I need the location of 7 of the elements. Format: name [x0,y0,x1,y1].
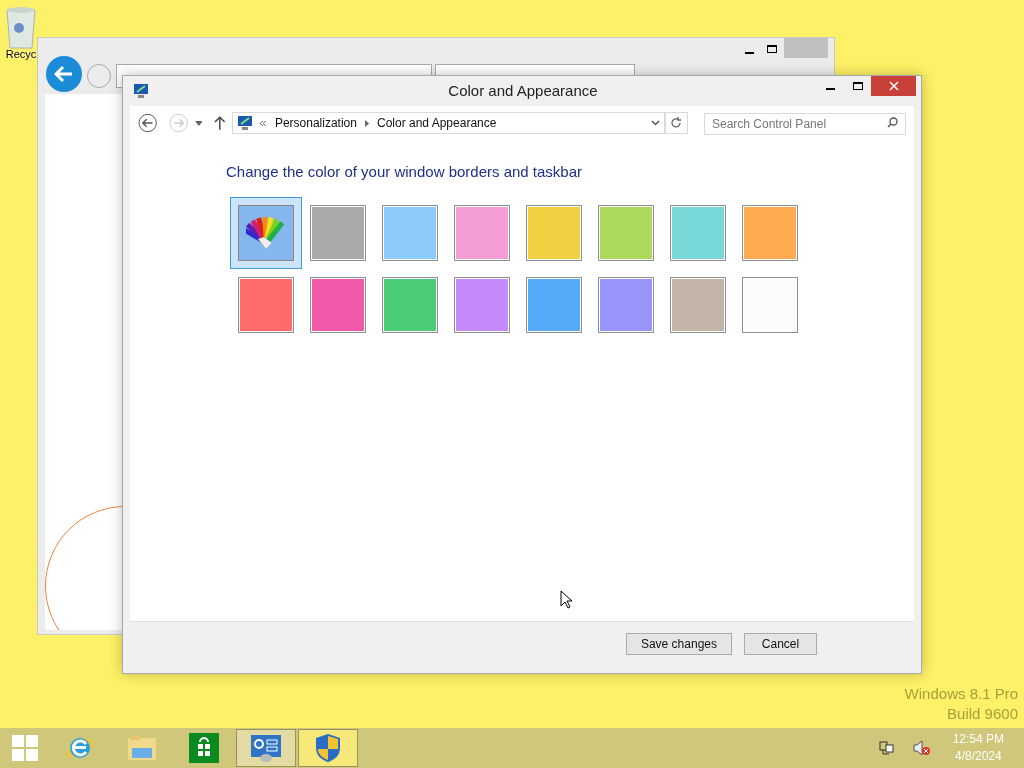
os-watermark: Build 9600 [947,704,1018,724]
window-title: Color and Appearance [448,80,598,101]
clock-date: 4/8/2024 [954,748,1002,765]
os-watermark: Windows 8.1 Pro [904,684,1018,704]
desktop-icon-label: Recyc [5,47,37,62]
clock-time: 12:54 PM [952,731,1004,748]
page-heading: Change the color of your window borders and taskbar [226,162,584,182]
